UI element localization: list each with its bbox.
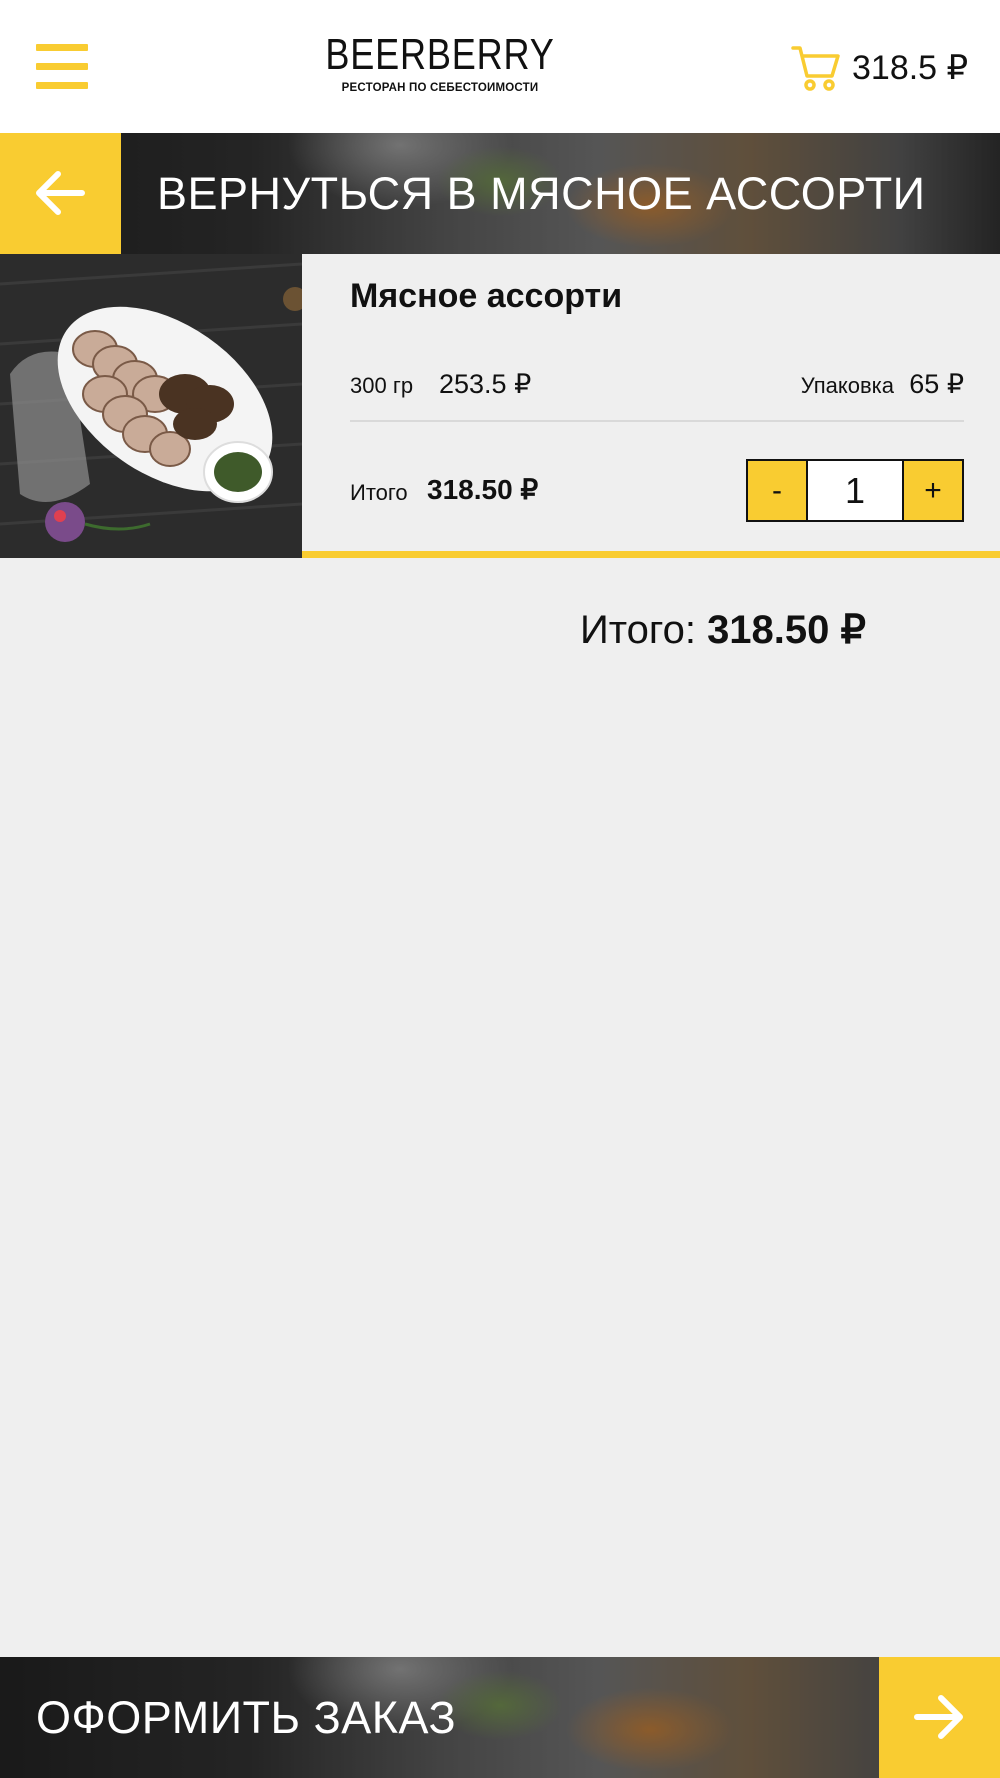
arrow-left-icon [36, 171, 85, 215]
logo[interactable]: BEERBERRY РЕСТОРАН ПО СЕБЕСТОИМОСТИ [300, 30, 580, 102]
cart-item: Мясное ассорти 300 гр 253.5 ₽ Упаковка 6… [0, 254, 1000, 558]
item-subtotal-value: 318.50 ₽ [427, 474, 539, 505]
header: BEERBERRY РЕСТОРАН ПО СЕБЕСТОИМОСТИ 318.… [0, 0, 1000, 133]
logo-name: BEERBERRY [325, 30, 555, 79]
product-image [0, 254, 302, 558]
quantity-stepper: - 1 + [746, 459, 964, 522]
checkout-bar[interactable]: ОФОРМИТЬ ЗАКАЗ [0, 1657, 1000, 1778]
item-subtotal-label: Итого [350, 480, 408, 505]
cart-page: BEERBERRY РЕСТОРАН ПО СЕБЕСТОИМОСТИ 318.… [0, 0, 1000, 1778]
product-info: Мясное ассорти 300 гр 253.5 ₽ Упаковка 6… [350, 254, 964, 551]
back-label[interactable]: ВЕРНУТЬСЯ В МЯСНОЕ АССОРТИ [157, 167, 926, 221]
back-button[interactable] [0, 133, 121, 254]
cart-button[interactable]: 318.5 ₽ [790, 40, 990, 96]
increase-quantity-button[interactable]: + [902, 461, 962, 520]
back-to-category-bar[interactable]: ВЕРНУТЬСЯ В МЯСНОЕ АССОРТИ [0, 133, 1000, 254]
shopping-cart-icon [791, 46, 840, 91]
checkout-label[interactable]: ОФОРМИТЬ ЗАКАЗ [36, 1691, 456, 1745]
arrow-right-icon [914, 1695, 963, 1739]
packaging-label: Упаковка [800, 373, 894, 398]
packaging-price: 65 ₽ [909, 369, 964, 399]
product-price: 253.5 ₽ [439, 369, 532, 399]
divider [350, 420, 964, 422]
checkout-button[interactable] [879, 1657, 1000, 1778]
product-weight: 300 гр [350, 373, 414, 398]
order-total-label: Итого: [580, 608, 696, 652]
order-total-value: 318.50 ₽ [707, 608, 866, 652]
order-total: Итого: 318.50 ₽ [580, 606, 866, 654]
logo-tagline: РЕСТОРАН ПО СЕБЕСТОИМОСТИ [341, 82, 539, 94]
hamburger-menu-icon[interactable] [36, 44, 88, 90]
quantity-value[interactable]: 1 [808, 461, 902, 520]
decrease-quantity-button[interactable]: - [748, 461, 808, 520]
cart-total: 318.5 ₽ [852, 49, 969, 87]
product-name[interactable]: Мясное ассорти [350, 276, 622, 316]
